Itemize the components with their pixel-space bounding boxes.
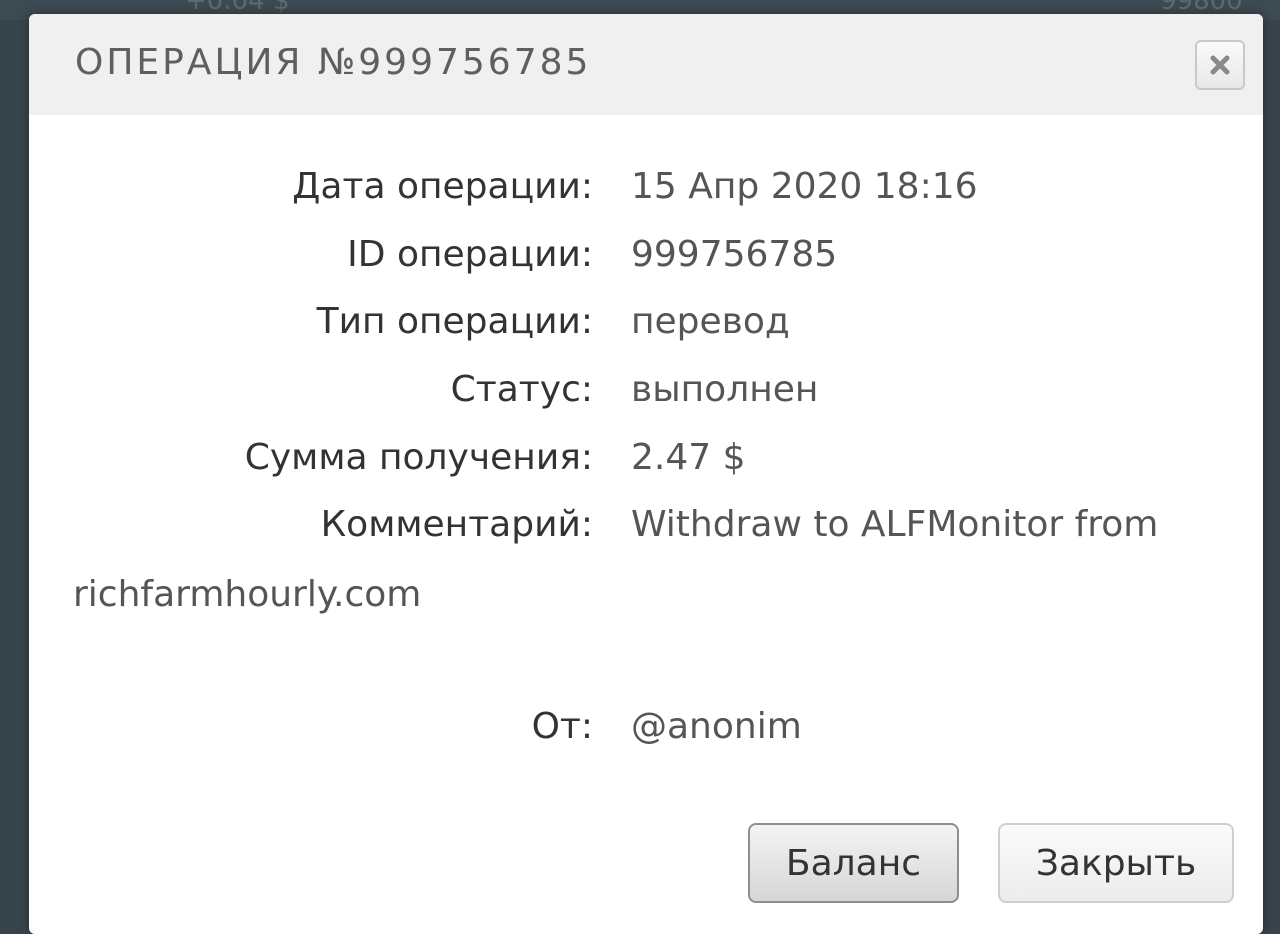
row-id: ID операции: 999756785 xyxy=(29,234,1263,284)
row-amount: Сумма получения: 2.47 $ xyxy=(29,437,1263,487)
comment-label: Комментарий: xyxy=(320,504,593,545)
row-date: Дата операции: 15 Апр 2020 18:16 xyxy=(29,166,1263,216)
amount-label: Сумма получения: xyxy=(244,437,593,478)
dialog-header: ОПЕРАЦИЯ №999756785 xyxy=(29,14,1263,115)
comment-value-line2: richfarmhourly.com xyxy=(73,574,422,615)
amount-value: 2.47 $ xyxy=(631,437,746,478)
close-button[interactable]: Закрыть xyxy=(998,823,1234,903)
row-comment: Комментарий: Withdraw to ALFMonitor from xyxy=(29,504,1263,554)
id-label: ID операции: xyxy=(347,234,593,275)
status-value: выполнен xyxy=(631,369,819,410)
balance-button[interactable]: Баланс xyxy=(748,823,959,903)
close-dialog-button[interactable] xyxy=(1195,40,1245,90)
row-type: Тип операции: перевод xyxy=(29,301,1263,351)
operation-dialog: ОПЕРАЦИЯ №999756785 Дата операции: 15 Ап… xyxy=(29,14,1263,934)
date-label: Дата операции: xyxy=(292,166,593,207)
from-label: От: xyxy=(531,706,593,747)
row-status: Статус: выполнен xyxy=(29,369,1263,419)
from-value: @anonim xyxy=(631,706,802,747)
row-from: От: @anonim xyxy=(29,706,1263,756)
close-x-icon xyxy=(1210,55,1230,75)
date-value: 15 Апр 2020 18:16 xyxy=(631,166,978,207)
id-value: 999756785 xyxy=(631,234,838,275)
comment-value-line1: Withdraw to ALFMonitor from xyxy=(631,504,1159,545)
type-label: Тип операции: xyxy=(316,301,593,342)
status-label: Статус: xyxy=(450,369,593,410)
dialog-title: ОПЕРАЦИЯ №999756785 xyxy=(75,42,592,83)
type-value: перевод xyxy=(631,301,790,342)
